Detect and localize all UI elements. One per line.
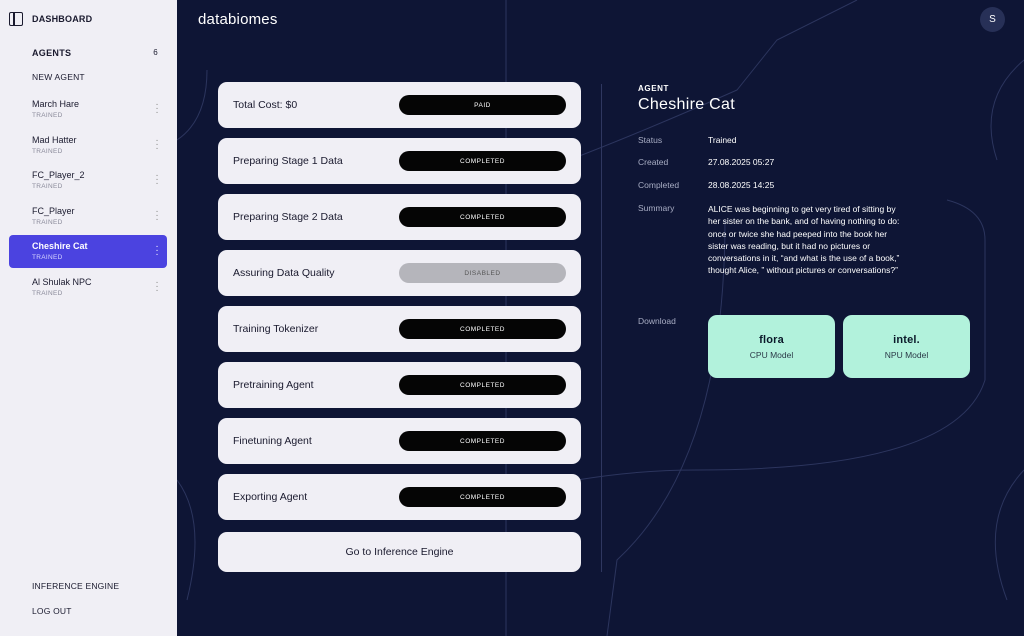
sidebar-item-fc-player[interactable]: FC_Player TRAINED · · · <box>9 200 167 233</box>
agent-status: TRAINED <box>32 112 63 119</box>
agent-status: TRAINED <box>32 183 63 191</box>
more-options-icon[interactable]: · · · <box>155 277 159 295</box>
agent-name: Al Shulak NPC <box>32 276 92 287</box>
agent-name: Cheshire Cat <box>32 241 88 252</box>
agent-status: TRAINED <box>32 147 63 155</box>
intel-logo: intel. <box>893 333 920 346</box>
agent-status: TRAINED <box>32 254 63 262</box>
status-badge: COMPLETED <box>399 151 566 171</box>
dashboard-label: DASHBOARD <box>32 14 93 24</box>
status-badge: COMPLETED <box>399 319 566 339</box>
sidebar-item-fc-player-2[interactable]: FC_Player_2 TRAINED · · · <box>9 164 167 197</box>
summary-text: ALICE was beginning to get very tired of… <box>708 204 900 276</box>
status-badge: DISABLED <box>399 263 566 283</box>
agent-status: TRAINED <box>32 289 63 297</box>
status-value: Trained <box>708 135 737 145</box>
inference-engine-link[interactable]: INFERENCE ENGINE <box>32 581 119 591</box>
avatar[interactable]: S <box>980 7 1005 32</box>
download-cpu-model-button[interactable]: flora CPU Model <box>708 315 835 378</box>
created-key: Created <box>638 157 669 167</box>
agents-heading: AGENTS 6 <box>32 48 158 58</box>
model-label: CPU Model <box>749 349 794 360</box>
agent-name: Mad Hatter <box>32 134 77 145</box>
detail-kicker: AGENT <box>638 84 669 93</box>
created-value: 27.08.2025 05:27 <box>708 157 775 167</box>
stage-card-exporting: Exporting Agent COMPLETED <box>218 474 581 520</box>
stage-card-finetuning: Finetuning Agent COMPLETED <box>218 418 581 464</box>
sidebar-item-march-hare[interactable]: March Hare TRAINED · · · <box>9 93 167 126</box>
app-logo: databiomes <box>198 11 278 28</box>
flora-logo: flora <box>759 333 784 346</box>
more-options-icon[interactable]: · · · <box>155 206 159 224</box>
stage-card-data-quality: Assuring Data Quality DISABLED <box>218 250 581 296</box>
download-npu-model-button[interactable]: intel. NPU Model <box>843 315 970 378</box>
more-options-icon[interactable]: · · · <box>155 135 159 153</box>
agent-name: FC_Player <box>32 205 75 216</box>
status-key: Status <box>638 135 663 145</box>
completed-value: 28.08.2025 14:25 <box>708 180 775 190</box>
divider <box>601 84 602 572</box>
status-badge: COMPLETED <box>399 431 566 451</box>
sidebar-item-cheshire-cat[interactable]: Cheshire Cat TRAINED · · · <box>9 235 167 269</box>
completed-key: Completed <box>638 180 680 190</box>
more-options-icon[interactable]: · · · <box>155 171 159 189</box>
sidebar-item-al-shulak-npc[interactable]: Al Shulak NPC TRAINED · · · <box>9 271 167 304</box>
sidebar-toggle-icon[interactable] <box>9 12 23 26</box>
agent-list: March Hare TRAINED · · · Mad Hatter TRAINE… <box>9 93 167 307</box>
sidebar: DASHBOARD AGENTS 6 NEW AGENT March Hare … <box>0 0 177 636</box>
status-badge: PAID <box>399 95 566 115</box>
agent-name: FC_Player_2 <box>32 170 85 181</box>
agents-heading-label: AGENTS <box>32 48 72 58</box>
go-to-inference-engine-button[interactable]: Go to Inference Engine <box>218 532 581 572</box>
status-badge: COMPLETED <box>399 375 566 395</box>
stage-card-preparing-stage-1: Preparing Stage 1 Data COMPLETED <box>218 138 581 184</box>
status-badge: COMPLETED <box>399 487 566 507</box>
agent-title: Cheshire Cat <box>638 96 735 113</box>
model-label: NPU Model <box>884 349 929 360</box>
agent-name: March Hare <box>32 99 80 109</box>
stage-card-training-tokenizer: Training Tokenizer COMPLETED <box>218 306 581 352</box>
sidebar-item-mad-hatter[interactable]: Mad Hatter TRAINED · · · <box>9 129 167 162</box>
summary-key: Summary <box>638 203 675 213</box>
more-options-icon[interactable]: · · · <box>155 242 159 260</box>
download-key: Download <box>638 316 676 326</box>
status-badge: COMPLETED <box>399 207 566 227</box>
log-out-link[interactable]: LOG OUT <box>32 606 72 616</box>
new-agent-link[interactable]: NEW AGENT <box>32 72 85 82</box>
stage-card-total-cost: Total Cost: $0 PAID <box>218 82 581 128</box>
sidebar-dashboard[interactable]: DASHBOARD <box>9 12 92 26</box>
stage-card-preparing-stage-2: Preparing Stage 2 Data COMPLETED <box>218 194 581 240</box>
stage-card-pretraining: Pretraining Agent COMPLETED <box>218 362 581 408</box>
agents-count: 6 <box>153 48 158 57</box>
agent-status: TRAINED <box>32 218 63 226</box>
more-options-icon[interactable]: · · · <box>155 100 159 118</box>
